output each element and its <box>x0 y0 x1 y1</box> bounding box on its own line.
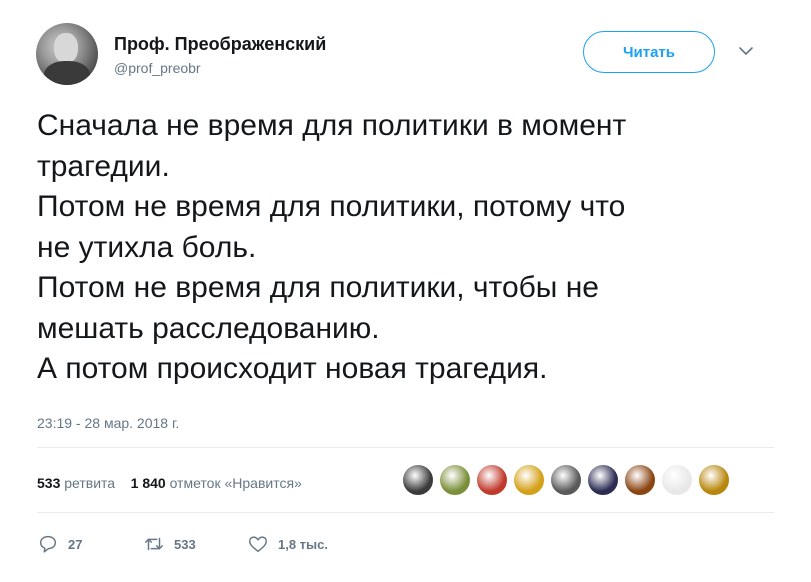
reply-icon <box>39 535 57 553</box>
liker-avatar[interactable] <box>586 463 620 497</box>
divider <box>37 447 774 448</box>
liker-avatar[interactable] <box>697 463 731 497</box>
liker-avatar[interactable] <box>438 463 472 497</box>
tweet-line: не утихла боль. <box>37 230 257 264</box>
liker-avatar[interactable] <box>475 463 509 497</box>
tweet-line: трагедии. <box>37 149 170 183</box>
retweets-label[interactable]: ретвита <box>64 475 115 491</box>
liker-avatar[interactable] <box>623 463 657 497</box>
follow-button[interactable]: Читать <box>583 31 715 73</box>
like-count: 1,8 тыс. <box>278 536 328 552</box>
tweet-line: мешать расследованию. <box>37 311 380 345</box>
tweet-line: Потом не время для политики, потому что <box>37 190 626 223</box>
author-name[interactable]: Проф. Преображенский <box>114 34 326 55</box>
liker-avatar[interactable] <box>660 463 694 497</box>
tweet-line: Сначала не время для политики в момент <box>37 109 627 142</box>
tweet-timestamp[interactable]: 23:19 - 28 мар. 2018 г. <box>37 415 179 431</box>
author-avatar[interactable] <box>36 23 98 85</box>
liker-avatar[interactable] <box>401 463 435 497</box>
follow-button-label: Читать <box>622 43 676 61</box>
avatar-face <box>54 33 78 63</box>
tweet-line: А потом происходит новая трагедия. <box>37 352 548 385</box>
liker-avatar[interactable] <box>512 463 546 497</box>
divider <box>37 512 774 513</box>
retweet-button[interactable]: 533 <box>143 533 196 555</box>
retweet-icon <box>145 537 163 551</box>
heart-icon <box>249 536 267 553</box>
chevron-down-icon[interactable] <box>738 44 754 58</box>
tweet-text: Сначала не время для политики в момент т… <box>37 106 777 390</box>
retweets-count[interactable]: 533 <box>37 475 60 491</box>
author-handle[interactable]: @prof_preobr <box>114 60 201 76</box>
reply-count: 27 <box>68 536 83 552</box>
tweet-line: Потом не время для политики, чтобы не <box>37 271 599 304</box>
retweet-count: 533 <box>174 536 196 552</box>
reply-button[interactable]: 27 <box>37 533 82 555</box>
like-button[interactable]: 1,8 тыс. <box>247 533 328 555</box>
likes-count[interactable]: 1 840 <box>131 475 166 491</box>
tweet-stats: 533 ретвита 1 840 отметок «Нравится» <box>37 475 302 491</box>
avatar-body <box>44 61 90 85</box>
liker-avatar[interactable] <box>549 463 583 497</box>
likes-label[interactable]: отметок «Нравится» <box>170 475 302 491</box>
